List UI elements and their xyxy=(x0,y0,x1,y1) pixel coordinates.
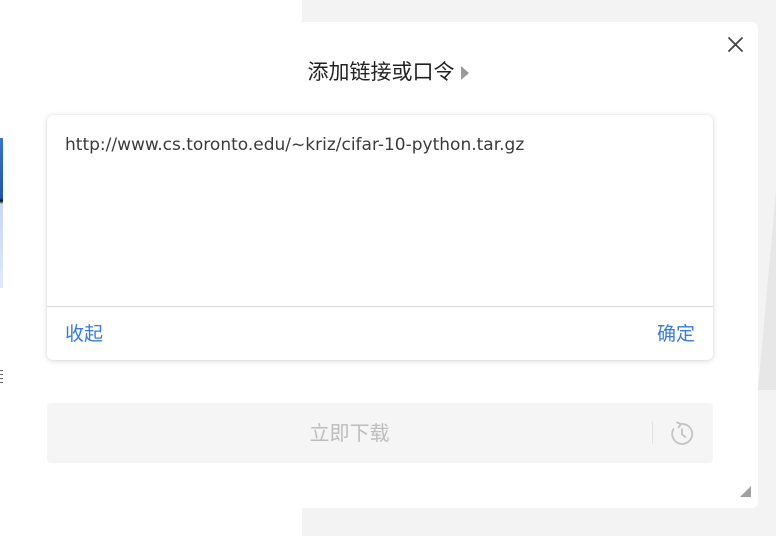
background-text-edge xyxy=(0,370,3,386)
title-switch[interactable]: 添加链接或口令 xyxy=(308,58,469,86)
download-bar: 立即下载 xyxy=(47,403,713,463)
download-separator xyxy=(652,422,653,444)
confirm-button[interactable]: 确定 xyxy=(657,322,695,346)
schedule-download-button[interactable] xyxy=(667,420,697,448)
dialog-header: 添加链接或口令 xyxy=(0,58,776,86)
clock-timer-icon xyxy=(671,421,694,445)
link-input-panel: http://www.cs.toronto.edu/~kriz/cifar-10… xyxy=(47,115,713,360)
close-button[interactable] xyxy=(721,34,749,56)
dialog-title: 添加链接或口令 xyxy=(307,60,455,84)
triangle-right-icon xyxy=(460,65,469,80)
background-decoration xyxy=(758,190,776,390)
close-icon xyxy=(728,37,743,52)
background-image-edge xyxy=(0,138,3,288)
download-now-button[interactable]: 立即下载 xyxy=(47,403,652,463)
resize-grip[interactable] xyxy=(740,486,751,497)
collapse-button[interactable]: 收起 xyxy=(65,322,103,346)
link-input[interactable]: http://www.cs.toronto.edu/~kriz/cifar-10… xyxy=(47,115,713,305)
panel-divider xyxy=(47,306,713,307)
